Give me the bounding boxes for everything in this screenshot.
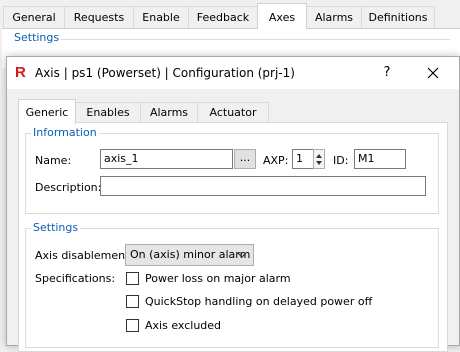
dialog-client-area: Generic Enables Alarms Actuator Informat… [7,89,459,352]
parent-tab-feedback[interactable]: Feedback [188,6,258,28]
description-field[interactable] [100,176,426,196]
parent-tab-enable[interactable]: Enable [133,6,189,28]
name-label: Name: [35,154,72,167]
close-button[interactable] [423,63,443,83]
power-loss-checkbox[interactable] [126,272,139,285]
help-button[interactable]: ? [377,63,397,83]
close-icon [427,67,439,79]
parent-tab-bar: General Requests Enable Feedback Axes Al… [0,0,460,30]
axp-label: AXP: [263,154,289,167]
parent-tab-alarms[interactable]: Alarms [306,6,362,28]
id-field[interactable]: M1 [354,149,406,169]
parent-tab-definitions[interactable]: Definitions [361,6,435,28]
power-loss-label[interactable]: Power loss on major alarm [145,272,291,285]
spin-down-icon [316,161,322,165]
spin-up-icon [316,154,322,158]
information-group [25,133,439,214]
axis-disablement-label: Axis disablement: [35,249,134,262]
dialog-tab-bar: Generic Enables Alarms Actuator [18,99,448,124]
parent-tab-general[interactable]: General [3,6,65,28]
tab-actuator[interactable]: Actuator [197,102,269,123]
id-label: ID: [333,154,349,167]
browse-button[interactable]: ... [234,149,256,169]
specifications-label: Specifications: [35,272,116,285]
dialog-title: Axis | ps1 (Powerset) | Configuration (p… [35,66,295,80]
quickstop-checkbox[interactable] [126,295,139,308]
dialog-title-bar[interactable]: R Axis | ps1 (Powerset) | Configuration … [7,57,459,89]
tab-generic[interactable]: Generic [18,99,76,124]
axis-disablement-dropdown[interactable]: On (axis) minor alarm [125,244,254,266]
parent-tab-axes[interactable]: Axes [257,3,307,29]
axis-disablement-value: On (axis) minor alarm [130,248,251,261]
app-logo-icon: R [15,64,26,81]
axp-spin-button[interactable] [313,149,325,169]
settings-group-label: Settings [31,221,81,234]
parent-settings-group-label: Settings [14,31,60,44]
parent-tab-requests[interactable]: Requests [64,6,134,28]
axis-excluded-checkbox[interactable] [126,319,139,332]
chevron-down-icon [237,252,247,258]
description-label: Description: [35,181,102,194]
tab-alarms[interactable]: Alarms [140,102,198,123]
generic-tab-page: Information Name: axis_1 ... AXP: 1 ID: … [18,122,448,352]
name-field[interactable]: axis_1 [100,149,233,169]
axis-configuration-dialog: R Axis | ps1 (Powerset) | Configuration … [6,56,460,352]
tab-enables[interactable]: Enables [75,102,141,123]
quickstop-label[interactable]: QuickStop handling on delayed power off [145,295,372,308]
information-group-label: Information [31,126,99,139]
axp-field[interactable]: 1 [292,149,314,169]
parent-settings-divider [60,39,450,40]
axis-excluded-label[interactable]: Axis excluded [145,319,221,332]
